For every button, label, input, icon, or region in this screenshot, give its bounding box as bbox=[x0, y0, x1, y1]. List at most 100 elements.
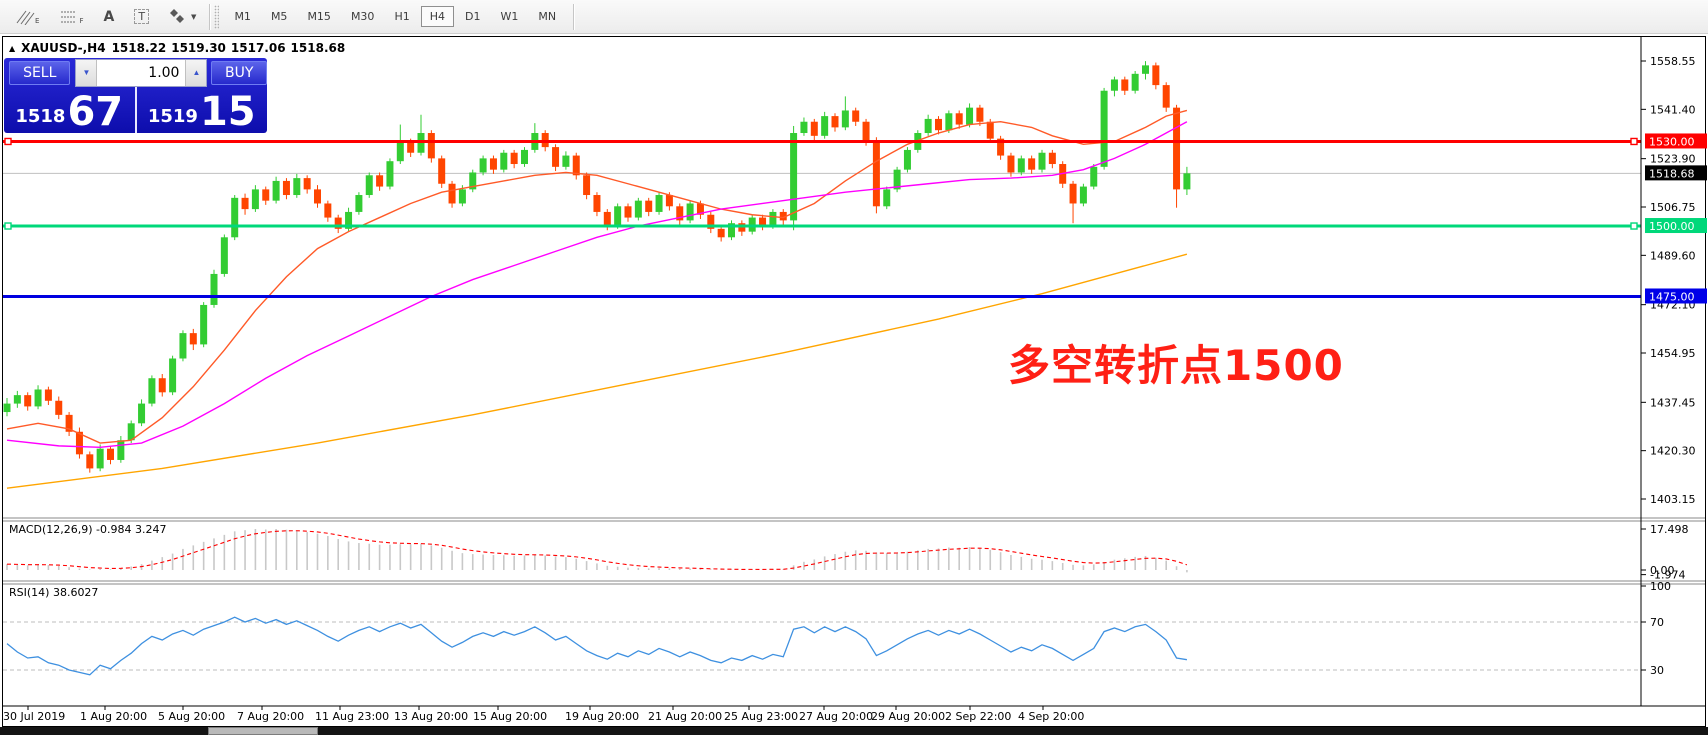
price-badge-label: 1475.00 bbox=[1649, 290, 1695, 303]
text-tool-icon: A bbox=[103, 10, 114, 24]
rsi-level-label: 30 bbox=[1650, 664, 1664, 677]
price-tick-label: 1420.30 bbox=[1650, 445, 1696, 458]
candle-body bbox=[800, 122, 807, 133]
candle-body bbox=[635, 201, 642, 218]
date-label: 21 Aug 20:00 bbox=[648, 710, 722, 723]
rsi-level-label: 100 bbox=[1650, 580, 1671, 593]
toolbar-tools: EF A T ▼ bbox=[0, 0, 209, 33]
candle-body bbox=[842, 110, 849, 127]
candle-body bbox=[293, 178, 300, 195]
trade-panel-prices: 151867 151915 bbox=[4, 87, 267, 133]
candle-body bbox=[283, 181, 290, 195]
candle-body bbox=[521, 150, 528, 164]
tf-button-d1[interactable]: D1 bbox=[456, 6, 489, 27]
candle-body bbox=[1111, 79, 1118, 90]
price-badge-label: 1518.68 bbox=[1649, 167, 1695, 180]
date-label: 13 Aug 20:00 bbox=[394, 710, 468, 723]
candle-body bbox=[24, 395, 31, 406]
volume-decrease-button[interactable]: ▼ bbox=[76, 60, 97, 86]
dropdown-caret-icon: ▼ bbox=[191, 13, 196, 21]
sell-price-display[interactable]: 151867 bbox=[4, 87, 135, 133]
text-tool[interactable]: A bbox=[100, 8, 117, 26]
candle-body bbox=[925, 119, 932, 133]
candle-body bbox=[1049, 153, 1056, 164]
candle-body bbox=[4, 404, 11, 412]
text-label-tool[interactable]: T bbox=[131, 7, 152, 26]
tf-button-m5[interactable]: M5 bbox=[262, 6, 297, 27]
candle-body bbox=[14, 395, 21, 403]
toolbar-drag-handle[interactable] bbox=[214, 5, 219, 29]
open-value: 1518.22 bbox=[112, 41, 167, 55]
candle-body bbox=[1183, 173, 1190, 189]
candle-body bbox=[883, 189, 890, 206]
candle-body bbox=[821, 116, 828, 136]
collapse-triangle-icon[interactable]: ▲ bbox=[9, 44, 15, 53]
buy-price-display[interactable]: 151915 bbox=[137, 87, 268, 133]
candle-body bbox=[221, 237, 228, 274]
candle-body bbox=[687, 203, 694, 220]
hline-handle[interactable] bbox=[5, 223, 11, 229]
candle-body bbox=[1039, 153, 1046, 170]
price-tick-label: 1403.15 bbox=[1650, 493, 1696, 506]
tf-button-m15[interactable]: M15 bbox=[298, 6, 340, 27]
candle-body bbox=[169, 358, 176, 392]
fibonacci-retracement-tool-icon bbox=[59, 9, 79, 25]
tf-button-mn[interactable]: MN bbox=[529, 6, 565, 27]
candle-body bbox=[55, 401, 62, 415]
tf-button-w1[interactable]: W1 bbox=[491, 6, 527, 27]
date-label: 25 Aug 23:00 bbox=[724, 710, 798, 723]
candle-body bbox=[138, 404, 145, 424]
candle-body bbox=[242, 198, 249, 209]
candle-body bbox=[252, 189, 259, 209]
high-value: 1519.30 bbox=[171, 41, 226, 55]
candle-body bbox=[1070, 184, 1077, 204]
buy-button[interactable]: BUY bbox=[211, 61, 267, 85]
buy-price-pips: 15 bbox=[200, 94, 256, 130]
volume-increase-button[interactable]: ▲ bbox=[185, 60, 206, 86]
candle-body bbox=[449, 184, 456, 204]
date-label: 11 Aug 23:00 bbox=[315, 710, 389, 723]
shapes-tool[interactable]: ▼ bbox=[166, 7, 199, 27]
bottom-strip-segment[interactable] bbox=[208, 727, 318, 735]
candle-body bbox=[211, 274, 218, 305]
tf-button-m1[interactable]: M1 bbox=[225, 6, 260, 27]
volume-input[interactable] bbox=[97, 60, 185, 86]
equidistant-channel-tool[interactable]: E bbox=[12, 7, 42, 27]
candle-body bbox=[811, 122, 818, 136]
price-badge-label: 1500.00 bbox=[1649, 220, 1695, 233]
close-value: 1518.68 bbox=[291, 41, 346, 55]
date-label: 30 Jul 2019 bbox=[3, 710, 65, 723]
date-label: 19 Aug 20:00 bbox=[565, 710, 639, 723]
bottom-window-strip bbox=[0, 727, 1708, 735]
candle-body bbox=[459, 189, 466, 203]
candle-body bbox=[976, 108, 983, 122]
date-label: 29 Aug 20:00 bbox=[871, 710, 945, 723]
candle-body bbox=[86, 454, 93, 468]
candle-body bbox=[852, 110, 859, 121]
tf-button-h4[interactable]: H4 bbox=[421, 6, 454, 27]
price-badge-label: 1530.00 bbox=[1649, 135, 1695, 148]
candle-body bbox=[966, 108, 973, 125]
rsi-label: RSI(14) 38.6027 bbox=[9, 586, 98, 599]
fibonacci-retracement-tool[interactable]: F bbox=[56, 7, 86, 27]
price-tick-label: 1506.75 bbox=[1650, 201, 1696, 214]
candle-body bbox=[355, 195, 362, 212]
hline-handle[interactable] bbox=[1631, 138, 1637, 144]
candle-body bbox=[386, 161, 393, 186]
candle-body bbox=[769, 212, 776, 226]
macd-label: MACD(12,26,9) -0.984 3.247 bbox=[9, 523, 167, 536]
candle-body bbox=[604, 212, 611, 226]
volume-spinner: ▼ ▲ bbox=[75, 59, 207, 87]
candle-body bbox=[511, 153, 518, 164]
symbol-header: ▲ XAUUSD-,H4 1518.221519.301517.061518.6… bbox=[9, 41, 350, 55]
tf-button-h1[interactable]: H1 bbox=[385, 6, 418, 27]
sell-button[interactable]: SELL bbox=[9, 61, 70, 85]
candle-body bbox=[1101, 91, 1108, 167]
hline-handle[interactable] bbox=[5, 138, 11, 144]
candle-body bbox=[718, 229, 725, 237]
trade-panel-controls: SELL ▼ ▲ BUY bbox=[4, 58, 267, 87]
rsi-level-label: 70 bbox=[1650, 616, 1664, 629]
tf-button-m30[interactable]: M30 bbox=[342, 6, 384, 27]
hline-handle[interactable] bbox=[1631, 223, 1637, 229]
candle-body bbox=[1121, 79, 1128, 90]
